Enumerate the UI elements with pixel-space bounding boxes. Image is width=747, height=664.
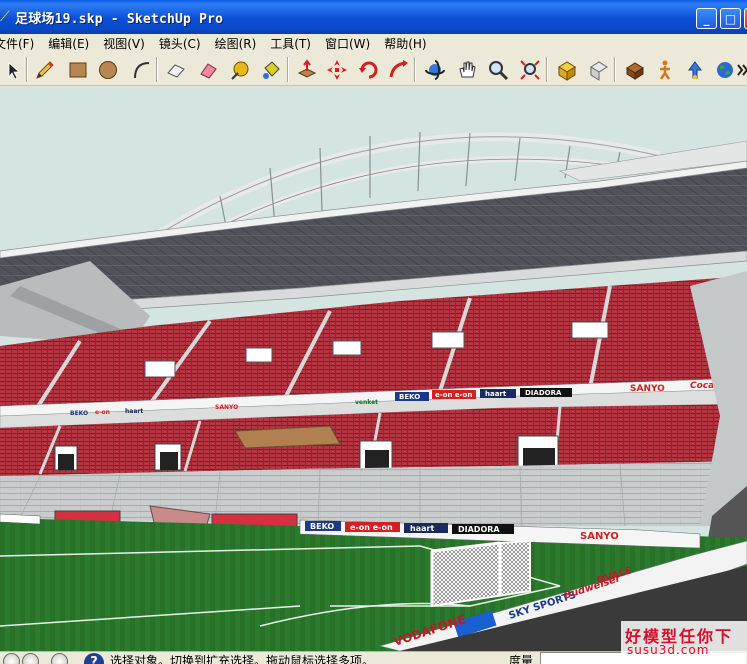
follow-me-icon[interactable] [386,57,411,82]
pan-icon[interactable] [454,57,479,82]
menu-camera[interactable]: 镜头(C) [159,35,201,52]
menu-file[interactable]: 文件(F) [0,35,34,52]
walk-icon[interactable] [652,57,677,82]
instructor-icon[interactable] [51,653,68,664]
main-toolbar [0,52,747,86]
ad-beko-lower: BEKO [310,522,334,531]
measurements-label: 度量 [509,654,534,664]
tape-measure-icon[interactable] [227,57,252,82]
stadium-scene: BEKO e-on e-on haart DIADORA SANYO Coca-… [0,86,747,651]
ad-haart-upper: haart [485,390,507,398]
ad-diadora-lower: DIADORA [458,525,500,534]
help-icon[interactable]: ? [84,653,104,664]
status-text: 选择对象。切换到扩充选择。拖动鼠标选择多项。 [110,654,375,664]
paint-bucket-icon[interactable] [258,57,283,82]
orbit-icon[interactable] [422,57,447,82]
ad-sanyo-upper: SANYO [630,384,665,394]
position-camera-icon[interactable] [682,57,707,82]
ad-sanyo-left: SANYO [215,404,238,411]
minimize-button[interactable]: _ [696,8,717,29]
ad-beko-left: BEKO [70,410,88,417]
geo-location-icon[interactable] [3,653,20,664]
ad-diadora-upper: DIADORA [525,389,562,397]
zoom-icon[interactable] [485,57,510,82]
ad-eon-left: e-on [95,409,110,416]
move-icon[interactable] [324,57,349,82]
sketchup-logo-icon: ⟋ [0,9,10,25]
menu-view[interactable]: 视图(V) [103,35,145,52]
ad-venket-left: venket [355,399,378,406]
model-viewport[interactable]: BEKO e-on e-on haart DIADORA SANYO Coca-… [0,86,747,651]
window-title: 足球场19.skp - SketchUp Pro [15,11,224,27]
rectangle-icon[interactable] [65,57,90,82]
menu-help[interactable]: 帮助(H) [384,35,426,52]
watermark: 好模型任你下 susu3d.com [621,621,747,664]
ad-beko-upper: BEKO [399,393,420,401]
title-bar: ⟋ 足球场19.skp - SketchUp Pro _ □ × [0,0,747,34]
get-models-icon[interactable] [554,57,579,82]
arc-icon[interactable] [129,57,154,82]
zoom-extents-icon[interactable] [517,57,542,82]
ad-sanyo-lower: SANYO [580,531,619,542]
pencil-icon[interactable] [32,57,57,82]
sketchup-window: ⟋ 足球场19.skp - SketchUp Pro _ □ × 文件(F) 编… [0,0,747,664]
paint-icon[interactable] [195,57,220,82]
more-icon[interactable] [728,57,747,82]
menu-edit[interactable]: 编辑(E) [48,35,89,52]
maximize-button[interactable]: □ [720,8,741,29]
menu-draw[interactable]: 绘图(R) [215,35,257,52]
select-icon[interactable] [0,57,25,82]
share-model-icon[interactable] [586,57,611,82]
eraser-icon[interactable] [163,57,188,82]
ad-haart-lower: haart [410,524,434,533]
ad-haart-left: haart [125,408,143,415]
credits-icon[interactable] [22,653,39,664]
push-pull-icon[interactable] [294,57,319,82]
menu-window[interactable]: 窗口(W) [325,35,370,52]
menu-tools[interactable]: 工具(T) [270,35,311,52]
menu-bar: 文件(F) 编辑(E) 视图(V) 镜头(C) 绘图(R) 工具(T) 窗口(W… [0,34,747,52]
ad-eon-upper: e-on e-on [435,391,472,399]
circle-icon[interactable] [95,57,120,82]
ad-eon-lower: e-on e-on [350,523,393,532]
watermark-line2: susu3d.com [627,643,710,657]
rotate-icon[interactable] [356,57,381,82]
components-icon[interactable] [622,57,647,82]
